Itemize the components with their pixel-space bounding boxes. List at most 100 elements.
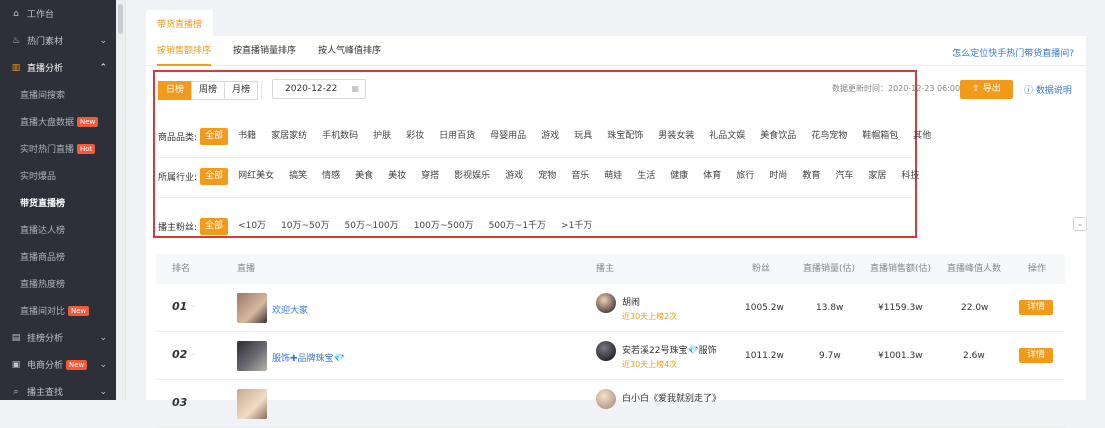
filter-label: 商品品类:: [158, 133, 198, 143]
filter-label: 所属行业:: [158, 173, 198, 183]
anchor-name[interactable]: 安若溪22号珠宝💎服饰: [622, 343, 717, 356]
month-rank-button[interactable]: 月榜: [224, 81, 259, 100]
sidebar-sub-hot-live[interactable]: 实时热门直播 Hot: [0, 135, 116, 162]
fans-option[interactable]: <10万: [233, 218, 271, 235]
category-option[interactable]: 其他: [908, 128, 936, 145]
industry-option[interactable]: 游戏: [500, 168, 528, 185]
industry-option[interactable]: 健康: [665, 168, 693, 185]
live-title-link[interactable]: 欢迎大家: [272, 303, 308, 316]
fans-option[interactable]: 100万~500万: [409, 218, 479, 235]
industry-option[interactable]: 情感: [317, 168, 345, 185]
fans-option[interactable]: 全部: [200, 218, 229, 235]
industry-option[interactable]: 科技: [896, 168, 924, 185]
tab-sort-sales[interactable]: 按直播销量排序: [233, 36, 296, 66]
sidebar-item-label: 挂榜分析: [27, 334, 64, 344]
industry-option[interactable]: 网红美女: [233, 168, 279, 185]
category-option[interactable]: 彩妆: [401, 128, 429, 145]
detail-button[interactable]: 详情: [1019, 348, 1053, 363]
industry-option[interactable]: 体育: [698, 168, 726, 185]
sidebar-sub-sales-rank[interactable]: 带货直播榜: [0, 189, 116, 216]
chart-icon: ▥: [11, 62, 21, 73]
sidebar-item-rank-analysis[interactable]: ▤ 挂榜分析 ⌄: [0, 324, 116, 351]
sidebar-item-workbench[interactable]: ⌂ 工作台: [0, 0, 116, 27]
industry-option[interactable]: 宠物: [533, 168, 561, 185]
fans-option[interactable]: 50万~100万: [340, 218, 404, 235]
avatar[interactable]: [596, 341, 616, 361]
anchor-name[interactable]: 胡闹: [622, 295, 640, 308]
sidebar-item-ecommerce[interactable]: ▣ 电商分析 New ⌄: [0, 351, 116, 378]
category-option[interactable]: 玩具: [569, 128, 597, 145]
sidebar-sub-label: 直播间搜索: [20, 91, 66, 101]
scrollbar-thumb[interactable]: [118, 4, 123, 34]
sales-value: 13.8w: [816, 303, 844, 313]
industry-option[interactable]: 汽车: [830, 168, 858, 185]
category-option[interactable]: 游戏: [536, 128, 564, 145]
category-option[interactable]: 日用百货: [434, 128, 480, 145]
industry-option[interactable]: 音乐: [566, 168, 594, 185]
sidebar-sub-label: 直播间对比: [20, 307, 66, 317]
tab-sort-popularity[interactable]: 按人气峰值排序: [318, 36, 381, 66]
sidebar-sub-hot-products[interactable]: 实时爆品: [0, 162, 116, 189]
page-tab[interactable]: 带货直播榜: [146, 10, 214, 36]
industry-option[interactable]: 穿搭: [416, 168, 444, 185]
tab-sort-revenue[interactable]: 按销售额排序: [157, 36, 212, 66]
avatar[interactable]: [596, 389, 616, 409]
industry-option[interactable]: 搞笑: [284, 168, 312, 185]
sidebar-scrollbar[interactable]: [116, 0, 126, 400]
category-option[interactable]: 珠宝配饰: [602, 128, 648, 145]
industry-option[interactable]: 教育: [797, 168, 825, 185]
anchor-name[interactable]: 白小白《爱我就别走了》: [622, 391, 721, 404]
industry-option[interactable]: 家居: [863, 168, 891, 185]
category-option[interactable]: 礼品文娱: [704, 128, 750, 145]
calendar-icon: ▦: [351, 84, 359, 93]
category-option[interactable]: 全部: [200, 128, 229, 145]
industry-option[interactable]: 影视娱乐: [449, 168, 495, 185]
industry-option[interactable]: 美食: [350, 168, 378, 185]
industry-option[interactable]: 萌娃: [599, 168, 627, 185]
sidebar-sub-compare[interactable]: 直播间对比 New: [0, 297, 116, 324]
week-rank-button[interactable]: 周榜: [191, 81, 226, 100]
new-badge: New: [66, 359, 88, 370]
export-button[interactable]: ⇪ 导出: [960, 80, 1013, 99]
fans-option[interactable]: 10万~50万: [276, 218, 334, 235]
sidebar-sub-live-market[interactable]: 直播大盘数据 New: [0, 108, 116, 135]
category-option[interactable]: 花鸟宠物: [806, 128, 852, 145]
help-link[interactable]: 怎么定位快手热门带货直播间?: [952, 46, 1074, 59]
date-picker[interactable]: 2020-12-22 ▦: [272, 79, 366, 99]
fans-option[interactable]: >1千万: [556, 218, 597, 235]
industry-option[interactable]: 生活: [632, 168, 660, 185]
sidebar-sub-product-rank[interactable]: 直播商品榜: [0, 243, 116, 270]
category-option[interactable]: 男装女装: [653, 128, 699, 145]
industry-option[interactable]: 全部: [200, 168, 229, 185]
avatar[interactable]: [596, 293, 616, 313]
detail-button[interactable]: 详情: [1019, 300, 1053, 315]
industry-option[interactable]: 旅行: [731, 168, 759, 185]
category-option[interactable]: 书籍: [233, 128, 261, 145]
industry-option[interactable]: 时尚: [764, 168, 792, 185]
live-thumbnail[interactable]: [237, 341, 267, 371]
industry-option[interactable]: 美妆: [383, 168, 411, 185]
category-option[interactable]: 鞋帽箱包: [857, 128, 903, 145]
data-explain-link[interactable]: ⓘ 数据说明: [1024, 83, 1072, 96]
sort-tabs: 按销售额排序 按直播销量排序 按人气峰值排序: [146, 36, 1086, 66]
export-label: 导出: [982, 84, 1001, 94]
category-option[interactable]: 母婴用品: [485, 128, 531, 145]
sidebar-sub-heat-rank[interactable]: 直播热度榜: [0, 270, 116, 297]
sidebar-item-live-analysis[interactable]: ▥ 直播分析 ⌃: [0, 54, 116, 81]
day-rank-button[interactable]: 日榜: [158, 81, 193, 100]
chevron-down-icon[interactable]: ⌄: [1073, 217, 1087, 231]
live-title-link[interactable]: 服饰✚品牌珠宝💎: [272, 351, 345, 364]
sidebar-item-label: 电商分析: [27, 361, 64, 371]
sidebar-item-anchor-search[interactable]: ⌕ 播主查找 ⌄: [0, 378, 116, 405]
category-option[interactable]: 家居家纺: [266, 128, 312, 145]
live-thumbnail[interactable]: [237, 293, 267, 323]
column-header: 直播峰值人数: [947, 264, 1002, 274]
category-option[interactable]: 美食饮品: [755, 128, 801, 145]
live-thumbnail[interactable]: [237, 389, 267, 419]
sidebar-sub-live-search[interactable]: 直播间搜索: [0, 81, 116, 108]
category-option[interactable]: 护肤: [368, 128, 396, 145]
sidebar-sub-talent-rank[interactable]: 直播达人榜: [0, 216, 116, 243]
category-option[interactable]: 手机数码: [317, 128, 363, 145]
fans-option[interactable]: 500万~1千万: [484, 218, 551, 235]
sidebar-item-hot-material[interactable]: ♨ 热门素材 ⌄: [0, 27, 116, 54]
